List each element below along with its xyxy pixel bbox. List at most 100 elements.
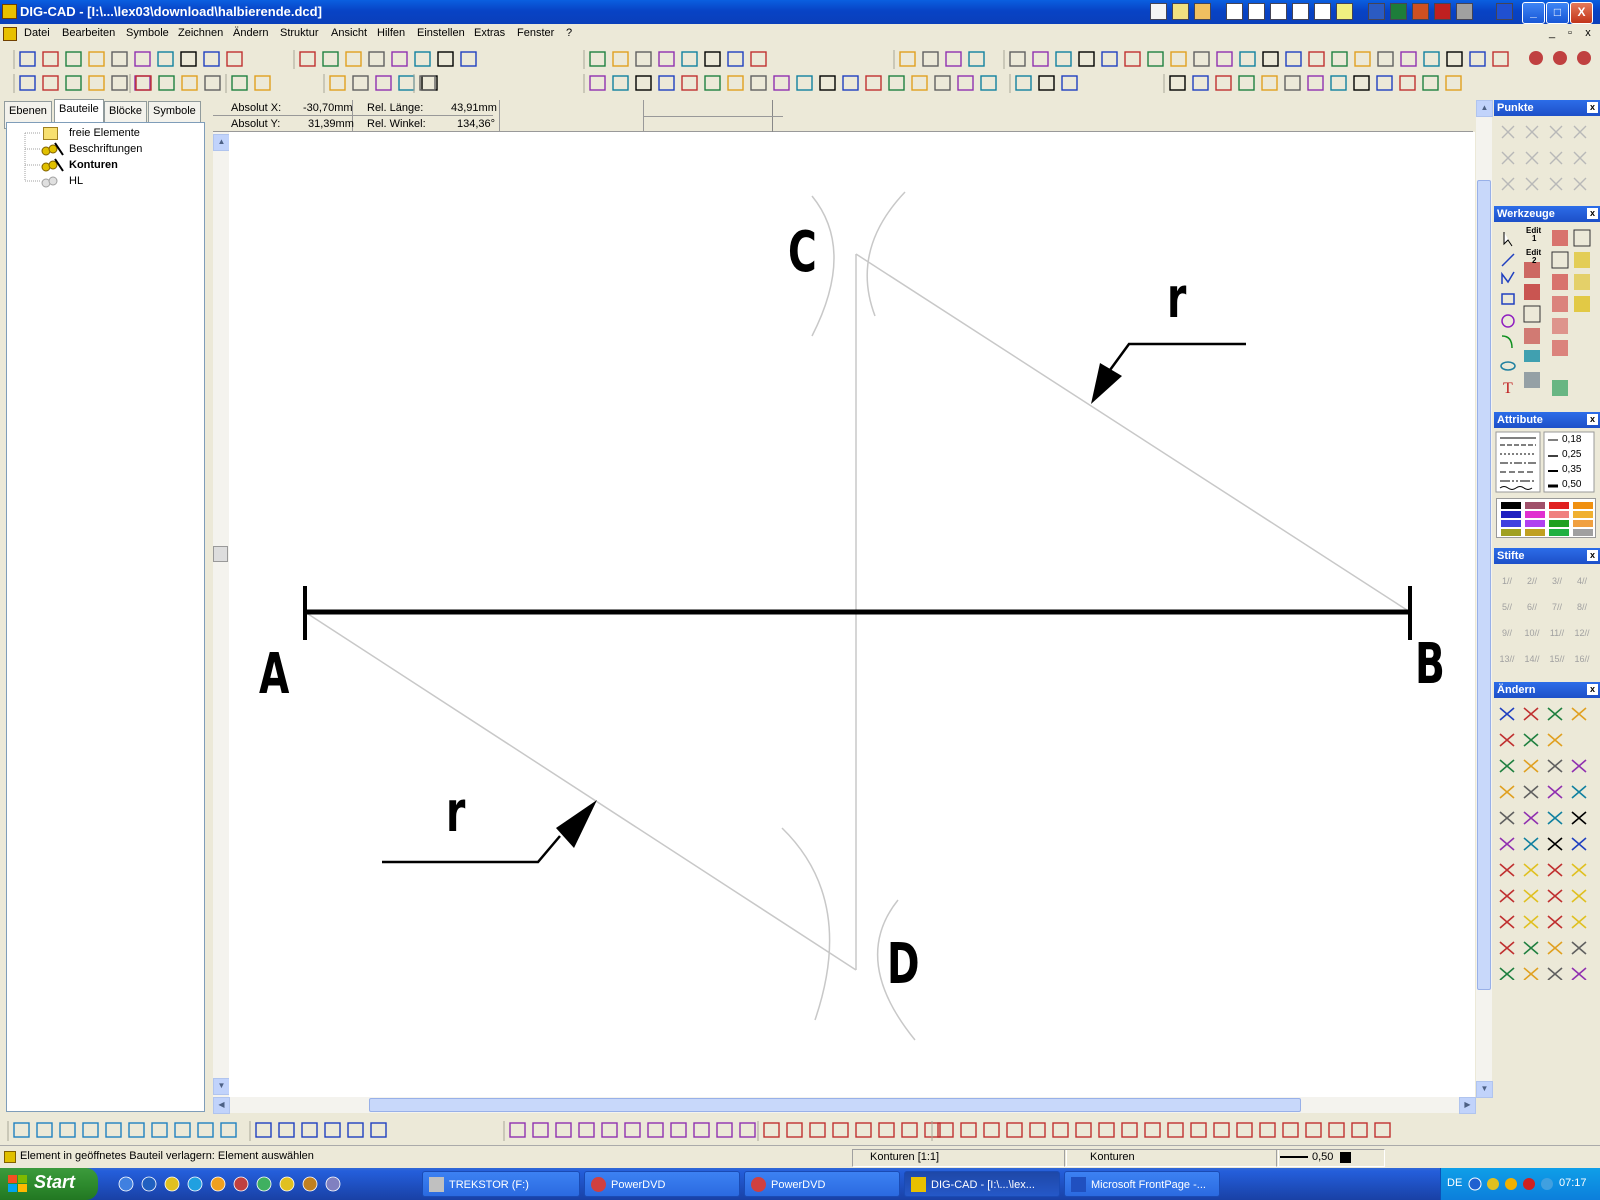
drawing-svg[interactable] — [229, 132, 1475, 1097]
scroll-up-icon[interactable]: ▲ — [213, 134, 230, 151]
tool-icon[interactable] — [1574, 252, 1590, 268]
tool-icon[interactable] — [1524, 328, 1540, 344]
office-bar-icon[interactable] — [1496, 3, 1513, 20]
panel-werkzeuge-close-button[interactable]: x — [1587, 208, 1598, 219]
draw-tool-icon[interactable] — [1374, 1122, 1391, 1138]
point-tools-grid[interactable] — [1494, 118, 1598, 198]
color-swatch[interactable] — [1573, 511, 1593, 518]
ellipse-tool-icon[interactable] — [1500, 361, 1516, 371]
toolbar-tool-icon[interactable] — [65, 51, 82, 67]
task-dig-cad[interactable]: DIG-CAD - [I:\...\lex... — [904, 1171, 1060, 1197]
document-icon[interactable] — [1292, 3, 1309, 20]
powerpoint-icon[interactable] — [1412, 3, 1429, 20]
draw-tool-icon[interactable] — [370, 1122, 387, 1138]
draw-tool-icon[interactable] — [960, 1122, 977, 1138]
toolbar-tool-icon[interactable] — [1492, 51, 1509, 67]
text-tool-icon[interactable]: T — [1503, 380, 1513, 398]
modify-tool-icon[interactable] — [1499, 941, 1515, 955]
quick-launch-icon[interactable] — [256, 1176, 272, 1192]
color-swatch[interactable] — [1549, 502, 1569, 509]
scroll-right-icon[interactable]: ▶ — [1459, 1097, 1476, 1114]
radius-leader-bottom[interactable] — [382, 835, 561, 864]
toolbar-tool-icon[interactable] — [134, 75, 151, 91]
tool-icon[interactable] — [1552, 296, 1568, 312]
pen-button[interactable]: 16// — [1571, 650, 1593, 668]
draw-tool-icon[interactable] — [1167, 1122, 1184, 1138]
color-swatch[interactable] — [1501, 529, 1521, 536]
color-swatch[interactable] — [1573, 520, 1593, 527]
tool-icon[interactable] — [1524, 350, 1540, 362]
color-swatch[interactable] — [1501, 520, 1521, 527]
toolbar-icons[interactable] — [0, 46, 1600, 98]
point-tool-icon[interactable] — [1573, 125, 1587, 139]
modify-tool-icon[interactable] — [1571, 785, 1587, 799]
toolbar-tool-icon[interactable] — [254, 75, 271, 91]
contacts-icon[interactable] — [1314, 3, 1331, 20]
draw-tool-icon[interactable] — [624, 1122, 641, 1138]
doc-icon[interactable] — [3, 27, 17, 41]
toolbar-tool-icon[interactable] — [1193, 51, 1210, 67]
pen-grid[interactable]: 1//2//3//4//5//6//7//8//9//10//11//12//1… — [1496, 566, 1596, 674]
modify-tool-icon[interactable] — [1571, 967, 1587, 980]
draw-tool-icon[interactable] — [151, 1122, 168, 1138]
toolbar-tool-icon[interactable] — [134, 51, 151, 67]
modify-tool-icon[interactable] — [1523, 889, 1539, 903]
menu-ansicht[interactable]: Ansicht — [331, 27, 367, 39]
draw-tool-icon[interactable] — [1144, 1122, 1161, 1138]
tool-icon[interactable] — [1552, 318, 1568, 334]
draw-tool-icon[interactable] — [578, 1122, 595, 1138]
modify-tool-icon[interactable] — [1499, 785, 1515, 799]
modify-tool-icon[interactable] — [1499, 915, 1515, 929]
toolbar-tool-icon[interactable] — [589, 75, 606, 91]
toolbar-tool-icon[interactable] — [111, 75, 128, 91]
color-swatch[interactable] — [1573, 529, 1593, 536]
toolbar-tool-icon[interactable] — [19, 75, 36, 91]
toolbar-tool-icon[interactable] — [1061, 75, 1078, 91]
toolbar-tool-icon[interactable] — [1285, 51, 1302, 67]
menu-symbole[interactable]: Symbole — [126, 27, 169, 39]
color-swatch[interactable] — [1525, 511, 1545, 518]
construction-line-ad[interactable] — [304, 611, 857, 971]
ruler-handle[interactable] — [213, 546, 228, 562]
toolbar-tool-icon[interactable] — [589, 51, 606, 67]
help-icon[interactable] — [1553, 51, 1567, 65]
linewidth-0-35[interactable]: 0,35 — [1562, 464, 1581, 475]
toolbar-tool-icon[interactable] — [727, 75, 744, 91]
help-icon[interactable] — [1529, 51, 1543, 65]
draw-tool-icon[interactable] — [105, 1122, 122, 1138]
excel-icon[interactable] — [1390, 3, 1407, 20]
menu-extras[interactable]: Extras — [474, 27, 505, 39]
toolbar-tool-icon[interactable] — [1238, 75, 1255, 91]
toolbar-tool-icon[interactable] — [1445, 75, 1462, 91]
panel-punkte-close-button[interactable]: x — [1587, 102, 1598, 113]
pen-button[interactable]: 14// — [1521, 650, 1543, 668]
mail-icon[interactable] — [1226, 3, 1243, 20]
draw-tool-icon[interactable] — [255, 1122, 272, 1138]
modify-tool-icon[interactable] — [1523, 733, 1539, 747]
point-tool-icon[interactable] — [1549, 177, 1563, 191]
toolbar-tool-icon[interactable] — [1262, 51, 1279, 67]
point-tool-icon[interactable] — [1573, 151, 1587, 165]
modify-tools-grid[interactable] — [1494, 700, 1598, 980]
toolbar-tool-icon[interactable] — [135, 75, 152, 91]
draw-tool-icon[interactable] — [693, 1122, 710, 1138]
toolbar-tool-icon[interactable] — [88, 51, 105, 67]
toolbar-tool-icon[interactable] — [65, 75, 82, 91]
modify-tool-icon[interactable] — [1571, 915, 1587, 929]
modify-tool-icon[interactable] — [1547, 837, 1563, 851]
horizontal-scroll-thumb[interactable] — [369, 1098, 1301, 1112]
toolbar-tool-icon[interactable] — [911, 75, 928, 91]
toolbar-tool-icon[interactable] — [727, 51, 744, 67]
toolbar-tool-icon[interactable] — [980, 75, 997, 91]
tool-icon[interactable] — [1573, 229, 1591, 247]
toolbar-tool-icon[interactable] — [704, 75, 721, 91]
draw-tool-icon[interactable] — [1213, 1122, 1230, 1138]
pen-button[interactable]: 13// — [1496, 650, 1518, 668]
modify-tool-icon[interactable] — [1547, 811, 1563, 825]
modify-tool-icon[interactable] — [1523, 863, 1539, 877]
color-swatch[interactable] — [1549, 520, 1569, 527]
toolbar-tool-icon[interactable] — [681, 75, 698, 91]
draw-tool-icon[interactable] — [1006, 1122, 1023, 1138]
close-button[interactable]: X — [1570, 2, 1593, 24]
toolbar-tool-icon[interactable] — [180, 51, 197, 67]
